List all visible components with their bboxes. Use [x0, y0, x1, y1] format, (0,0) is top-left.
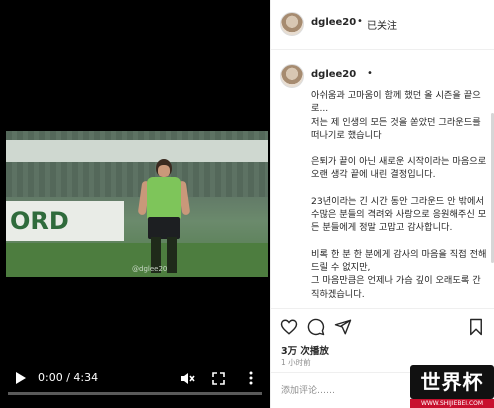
caption-paragraph: 23년이라는 긴 시간 동안 그라운드 안 밖에서 수많은 분들의 격려와 사랑…: [311, 195, 487, 234]
duration: 4:34: [73, 371, 99, 384]
video-controls: 0:00 / 4:34: [0, 366, 270, 390]
header-separator: •: [357, 16, 363, 27]
fullscreen-icon: [211, 371, 225, 385]
header-username[interactable]: dglee20: [311, 17, 356, 28]
more-vertical-icon: [249, 371, 253, 385]
football-player: [137, 159, 191, 277]
video-frame[interactable]: ORD @dglee20: [6, 131, 268, 277]
site-logo-text: 世界杯: [410, 365, 494, 399]
progress-bar[interactable]: [8, 392, 262, 395]
caption-paragraph: 은퇴가 끝이 아닌 새로운 시작이라는 마음으로 오랜 생각 끝에 내린 결정입…: [311, 156, 487, 181]
caption-text: 아쉬움과 고마움이 함께 했던 올 시즌을 끝으로... 저는 제 인생의 모든…: [311, 89, 487, 308]
caption-area: dglee20 • 아쉬움과 고마움이 함께 했던 올 시즌을 끝으로... 저…: [271, 51, 494, 308]
advertising-board: ORD: [6, 201, 124, 241]
video-player[interactable]: ORD @dglee20 0:00 / 4:34: [0, 0, 270, 408]
view-count[interactable]: 3万 次播放: [281, 343, 329, 357]
follow-status-button[interactable]: 已关注: [367, 17, 397, 32]
site-logo-url: WWW.SHIJIEBEI.COM: [410, 399, 494, 408]
heart-icon: [280, 319, 298, 335]
share-button[interactable]: [334, 318, 352, 336]
post-timestamp[interactable]: 1 小时前: [281, 357, 311, 368]
fullscreen-button[interactable]: [210, 366, 226, 390]
caption-paragraph: 아쉬움과 고마움이 함께 했던 올 시즌을 끝으로... 저는 제 인생의 모든…: [311, 90, 481, 141]
player-jersey: [147, 177, 181, 219]
player-leg-right: [167, 237, 177, 273]
player-face: [158, 165, 170, 177]
volume-muted-icon: [180, 372, 195, 384]
comment-button[interactable]: [307, 318, 325, 336]
mute-button[interactable]: [178, 366, 196, 390]
playback-time: 0:00 / 4:34: [38, 366, 98, 390]
player-shorts: [148, 217, 180, 239]
share-icon: [334, 319, 352, 335]
caption-avatar[interactable]: [280, 64, 304, 88]
comment-icon: [307, 318, 325, 336]
bookmark-icon: [470, 318, 482, 336]
like-button[interactable]: [280, 318, 298, 336]
comment-input[interactable]: [281, 383, 431, 399]
more-options-button[interactable]: [244, 366, 258, 390]
avatar[interactable]: [280, 12, 304, 36]
site-logo: 世界杯 WWW.SHIJIEBEI.COM: [410, 365, 494, 408]
post-header: dglee20 • 已关注: [271, 0, 494, 50]
caption-separator: •: [367, 68, 373, 79]
current-time: 0:00: [38, 371, 63, 384]
play-button[interactable]: [12, 366, 28, 390]
time-separator: /: [62, 371, 74, 384]
caption-paragraph: 비록 한 분 한 분에게 감사의 마음을 직접 전해드릴 수 없지만, 그 마음…: [311, 248, 487, 300]
play-icon: [15, 372, 26, 384]
caption-username[interactable]: dglee20: [311, 69, 356, 80]
post-panel: dglee20 • 已关注 dglee20 • 아쉬움과 고마움이 함께 했던 …: [270, 0, 494, 408]
video-watermark: @dglee20: [132, 265, 168, 273]
stadium-banner: [6, 140, 268, 162]
save-button[interactable]: [468, 318, 486, 336]
